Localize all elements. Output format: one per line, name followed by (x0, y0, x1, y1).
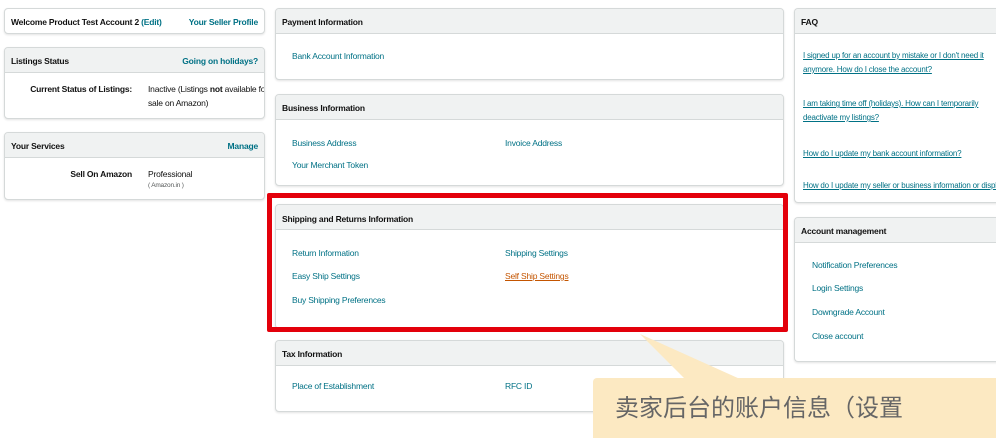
your-services-title: Your Services (11, 141, 65, 151)
annotation-callout: 卖家后台的账户信息（设置 (593, 378, 996, 438)
going-on-holidays-link[interactable]: Going on holidays? (182, 56, 258, 66)
payment-information-header: Payment Information (276, 9, 783, 34)
your-services-header: Your Services Manage (5, 133, 264, 158)
current-status-label: Current Status of Listings: (30, 84, 132, 94)
business-information-title: Business Information (282, 103, 365, 113)
invoice-address-link[interactable]: Invoice Address (505, 138, 562, 148)
close-account-link[interactable]: Close account (812, 331, 863, 341)
listings-status-panel: Listings Status Going on holidays? Curre… (4, 47, 265, 119)
seller-profile-link[interactable]: Your Seller Profile (189, 17, 258, 27)
faq-seller-info-link[interactable]: How do I update my seller or business in… (803, 179, 996, 193)
bank-account-information-link[interactable]: Bank Account Information (292, 51, 384, 61)
business-information-panel: Business Information Business Address In… (275, 94, 784, 186)
faq-deactivate-listings-link[interactable]: I am taking time off (holidays). How can… (803, 97, 996, 125)
your-services-panel: Your Services Manage Sell On Amazon Prof… (4, 132, 265, 200)
listings-status-header: Listings Status Going on holidays? (5, 48, 264, 73)
account-management-header: Account management (795, 218, 996, 243)
login-settings-link[interactable]: Login Settings (812, 283, 863, 293)
notification-preferences-link[interactable]: Notification Preferences (812, 260, 898, 270)
welcome-name: Welcome Product Test Account 2 (11, 17, 139, 27)
faq-title: FAQ (801, 17, 818, 27)
manage-services-link[interactable]: Manage (228, 141, 259, 151)
service-plan: Professional (148, 169, 193, 179)
listing-status-line1: Inactive (Listings not available for (148, 84, 265, 94)
business-information-header: Business Information (276, 95, 783, 120)
merchant-token-link[interactable]: Your Merchant Token (292, 160, 368, 170)
downgrade-account-link[interactable]: Downgrade Account (812, 307, 885, 317)
business-address-link[interactable]: Business Address (292, 138, 357, 148)
callout-pointer-icon (640, 334, 740, 379)
faq-panel: FAQ I signed up for an account by mistak… (794, 8, 996, 203)
payment-information-title: Payment Information (282, 17, 363, 27)
payment-information-panel: Payment Information Bank Account Informa… (275, 8, 784, 80)
welcome-text: Welcome Product Test Account 2 (Edit) (11, 17, 162, 27)
rfc-id-link[interactable]: RFC ID (505, 381, 532, 391)
faq-header: FAQ (795, 9, 996, 34)
faq-bank-account-link[interactable]: How do I update my bank account informat… (803, 147, 996, 161)
edit-link[interactable]: (Edit) (141, 17, 162, 27)
service-marketplace: ( Amazon.in ) (148, 182, 184, 189)
listing-status-line2: sale on Amazon) (148, 98, 209, 108)
account-management-title: Account management (801, 226, 887, 236)
shipping-highlight-box (267, 193, 788, 332)
place-of-establishment-link[interactable]: Place of Establishment (292, 381, 374, 391)
tax-information-title: Tax Information (282, 349, 343, 359)
account-management-panel: Account management Notification Preferen… (794, 217, 996, 362)
faq-close-account-link[interactable]: I signed up for an account by mistake or… (803, 49, 996, 77)
listings-status-title: Listings Status (11, 56, 69, 66)
service-name: Sell On Amazon (70, 169, 132, 179)
welcome-panel: Welcome Product Test Account 2 (Edit) Yo… (4, 8, 265, 34)
